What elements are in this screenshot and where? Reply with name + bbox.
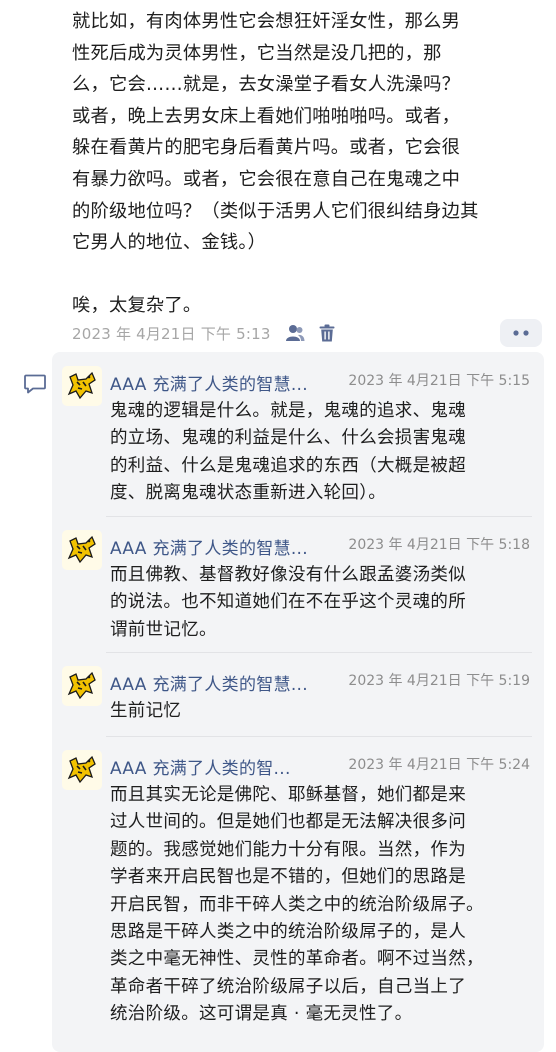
comment-author[interactable]: AAA 充满了人类的智...: [110, 754, 291, 779]
friends-visibility-icon[interactable]: [285, 324, 305, 342]
comment-timestamp: 2023 年 4月21日 下午 5:24: [348, 757, 530, 773]
comments-panel: AAA 充满了人类的智慧... 2023 年 4月21日 下午 5:15 鬼魂的…: [52, 352, 544, 1052]
comment-author[interactable]: AAA 充满了人类的智慧...: [110, 670, 308, 695]
tiger-avatar-icon: [67, 755, 96, 784]
post-timestamp: 2023 年 4月21日 下午 5:13: [72, 324, 271, 343]
more-icon: [513, 330, 529, 336]
post-meta: 2023 年 4月21日 下午 5:13: [72, 318, 542, 348]
comment-divider: [106, 736, 532, 737]
comment-timestamp: 2023 年 4月21日 下午 5:18: [348, 537, 530, 553]
tiger-avatar-icon: [67, 535, 96, 564]
more-button[interactable]: [500, 319, 542, 347]
tiger-avatar-icon: [67, 371, 96, 400]
avatar[interactable]: [62, 750, 102, 790]
avatar[interactable]: [62, 530, 102, 570]
comment-timestamp: 2023 年 4月21日 下午 5:19: [348, 673, 530, 689]
comment-divider: [106, 516, 532, 517]
comment-author[interactable]: AAA 充满了人类的智慧...: [110, 370, 308, 395]
comment-divider: [106, 652, 532, 653]
post-body: 就比如，有肉体男性它会想狂奸淫女性，那么男 性死后成为灵体男性，它当然是没几把的…: [72, 11, 479, 317]
comment-text: 而且其实无论是佛陀、耶稣基督，她们都是来 过人世间的。但是她们也都是无法解决很多…: [110, 785, 484, 1025]
comment-icon: [24, 374, 46, 398]
comment-text: 生前记忆: [110, 701, 182, 721]
tiger-avatar-icon: [67, 671, 96, 700]
delete-icon[interactable]: [319, 324, 335, 342]
comment-text: 而且佛教、基督教好像没有什么跟孟婆汤类似 的说法。也不知道她们在不在乎这个灵魂的…: [110, 565, 466, 640]
avatar[interactable]: [62, 666, 102, 706]
comment-text: 鬼魂的逻辑是什么。就是，鬼魂的追求、鬼魂 的立场、鬼魂的利益是什么、什么会损害鬼…: [110, 401, 466, 504]
avatar[interactable]: [62, 366, 102, 406]
comment-author[interactable]: AAA 充满了人类的智慧...: [110, 534, 308, 559]
comment-timestamp: 2023 年 4月21日 下午 5:15: [348, 373, 530, 389]
